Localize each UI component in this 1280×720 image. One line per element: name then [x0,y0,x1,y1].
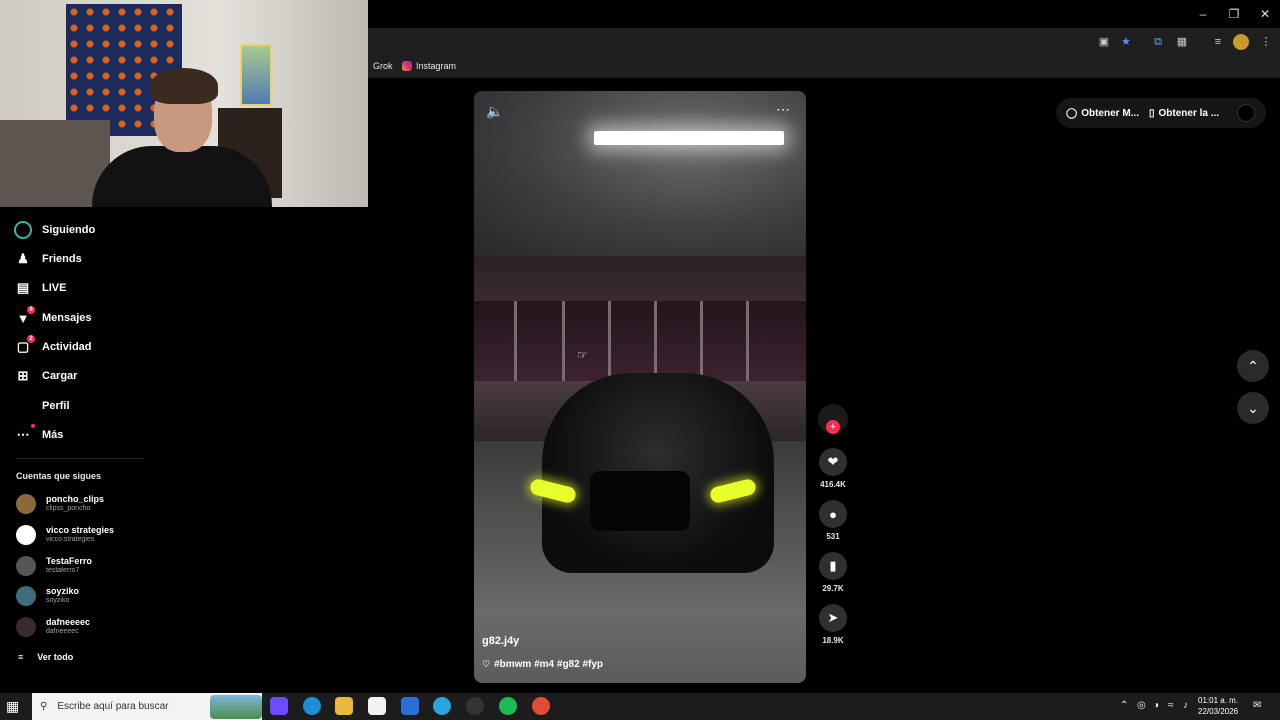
bookmark-icon: ▮ [819,552,847,580]
copilot-icon[interactable] [270,697,288,715]
nav-profile[interactable]: Perfil [14,395,70,417]
chevron-up-icon: ⌃ [1247,357,1259,374]
followed-account[interactable]: vicco strategies vicco.strategies [16,523,114,547]
get-coins-button[interactable]: ◯ Obtener M... [1066,108,1139,119]
activity-badge: 2 [27,335,35,343]
window-title-bar: – ❐ ✕ [368,0,1280,28]
previous-video-button[interactable]: ⌃ [1237,350,1269,382]
wifi-icon[interactable]: ≈ [1168,700,1174,711]
sidebar: Siguiendo ♟ Friends ▤ LIVE ▼ 9 Mensajes ▢… [0,207,150,693]
top-right-actions: ◯ Obtener M... ▯ Obtener la ... [1056,98,1266,128]
volume-icon[interactable]: 🔈 [486,103,503,120]
instagram-icon [402,61,412,71]
profile-avatar-icon[interactable] [1233,34,1249,50]
windows-taskbar: ▦ ⚲ Escribe aquí para buscar ⌃ ◎ ◑ ≈ ♪ 0… [0,693,1280,720]
media-control-icon[interactable]: ≡ [1210,34,1226,50]
followed-account[interactable]: TestaFerro testaferro7 [16,554,92,578]
mouse-cursor-icon: ☞ [577,348,588,362]
restore-button[interactable]: ❐ [1219,4,1249,24]
ceiling-light [594,131,784,145]
following-section-title: Cuentas que sigues [16,471,102,481]
streamer [92,68,272,207]
friends-icon: ♟ [17,251,29,266]
like-button[interactable]: ❤ 416.4K [816,448,850,489]
nav-messages[interactable]: ▼ 9 Mensajes [14,306,92,329]
minimize-button[interactable]: – [1188,4,1218,24]
edge-icon[interactable] [303,697,321,715]
browser-menu-icon[interactable]: ⋮ [1258,34,1274,50]
speaker-icon[interactable]: ♪ [1183,700,1188,711]
search-highlight-image [210,694,262,719]
tray-expand-icon[interactable]: ⌃ [1120,700,1128,711]
avatar [16,556,36,576]
followed-account[interactable]: poncho_clips clipss_poncho [16,492,104,516]
file-explorer-icon[interactable] [335,697,353,715]
read-aloud-icon[interactable]: ⧉ [1150,34,1166,50]
avatar [16,494,36,514]
search-icon: ⚲ [40,701,48,712]
nav-more[interactable]: ⋯ Más [14,424,63,446]
messages-badge: 9 [27,306,35,314]
notifications-icon[interactable]: ✉ [1253,700,1261,711]
get-app-button[interactable]: ▯ Obtener la ... [1149,108,1219,119]
nav-live[interactable]: ▤ LIVE [14,277,67,299]
windows-start-icon[interactable]: ▦ [6,698,24,716]
more-icon: ⋯ [14,424,35,444]
taskbar-search-input[interactable]: ⚲ Escribe aquí para buscar [32,693,262,720]
messages-icon: ▼ 9 [14,306,35,327]
heart-small-icon: ♡ [482,659,491,669]
live-icon: ▤ [16,280,30,295]
bookmarks-bar: Grok Instagram [368,56,1280,78]
comment-button[interactable]: ● 531 [816,500,850,541]
microphone-icon[interactable]: ◎ [1137,700,1146,711]
following-icon [14,221,32,239]
bookmark-star-icon[interactable]: ★ [1118,34,1134,50]
comment-icon: ● [819,500,847,528]
followed-account[interactable]: dafneeeec dafneeeec [16,615,90,639]
nav-friends[interactable]: ♟ Friends [14,248,82,270]
followed-account[interactable]: soyziko soyziko [16,584,79,608]
telegram-icon[interactable] [433,697,451,715]
video-caption: ♡ #bmwm #m4 #g82 #fyp [482,659,604,670]
network-icon[interactable]: ◑ [1153,700,1159,711]
share-icon: ➤ [819,604,847,632]
video-author[interactable]: g82.j4y [482,635,519,647]
mail-icon[interactable] [401,697,419,715]
sidebar-divider [16,458,144,459]
list-icon: ≡ [18,652,24,662]
follow-plus-icon[interactable]: + [826,420,840,434]
webcam-overlay [0,0,368,207]
taskbar-clock[interactable]: 01:01 a. m. 22/03/2026 [1198,695,1238,717]
heart-icon: ❤ [819,448,847,476]
nav-activity[interactable]: ▢ 2 Actividad [14,335,92,358]
avatar [16,617,36,637]
user-avatar[interactable] [1237,104,1256,122]
chevron-down-icon: ⌄ [1247,399,1259,416]
video-player[interactable]: 🔈 ⋯ g82.j4y ♡ #bmwm #m4 #g82 #fyp [474,91,806,683]
bookmark-grok[interactable]: Grok [373,61,393,71]
video-options-icon[interactable]: ⋯ [776,101,790,118]
spotify-icon[interactable] [499,697,517,715]
browser-toolbar: ▣ ★ ⧉ ▦ ≡ ⋮ [368,28,1280,56]
next-video-button[interactable]: ⌄ [1237,392,1269,424]
save-button[interactable]: ▮ 29.7K [816,552,850,593]
install-app-icon[interactable]: ▣ [1096,34,1112,50]
close-button[interactable]: ✕ [1250,4,1280,24]
profile-icon [14,397,32,415]
coin-icon: ◯ [1066,107,1078,119]
chatgpt-icon[interactable] [466,697,484,715]
extensions-icon[interactable]: ▦ [1174,34,1190,50]
nav-following[interactable]: Siguiendo [14,219,95,241]
bookmark-instagram[interactable]: Instagram [402,61,456,71]
upload-icon: ⊞ [17,368,29,383]
nav-upload[interactable]: ⊞ Cargar [14,365,78,387]
see-all-button[interactable]: ≡ Ver todo [18,652,73,662]
share-button[interactable]: ➤ 18.9K [816,604,850,645]
activity-icon: ▢ 2 [14,335,35,356]
store-icon[interactable] [368,697,386,715]
phone-icon: ▯ [1149,107,1155,119]
avatar [16,586,36,606]
avatar [16,525,36,545]
chrome-icon[interactable] [532,697,550,715]
